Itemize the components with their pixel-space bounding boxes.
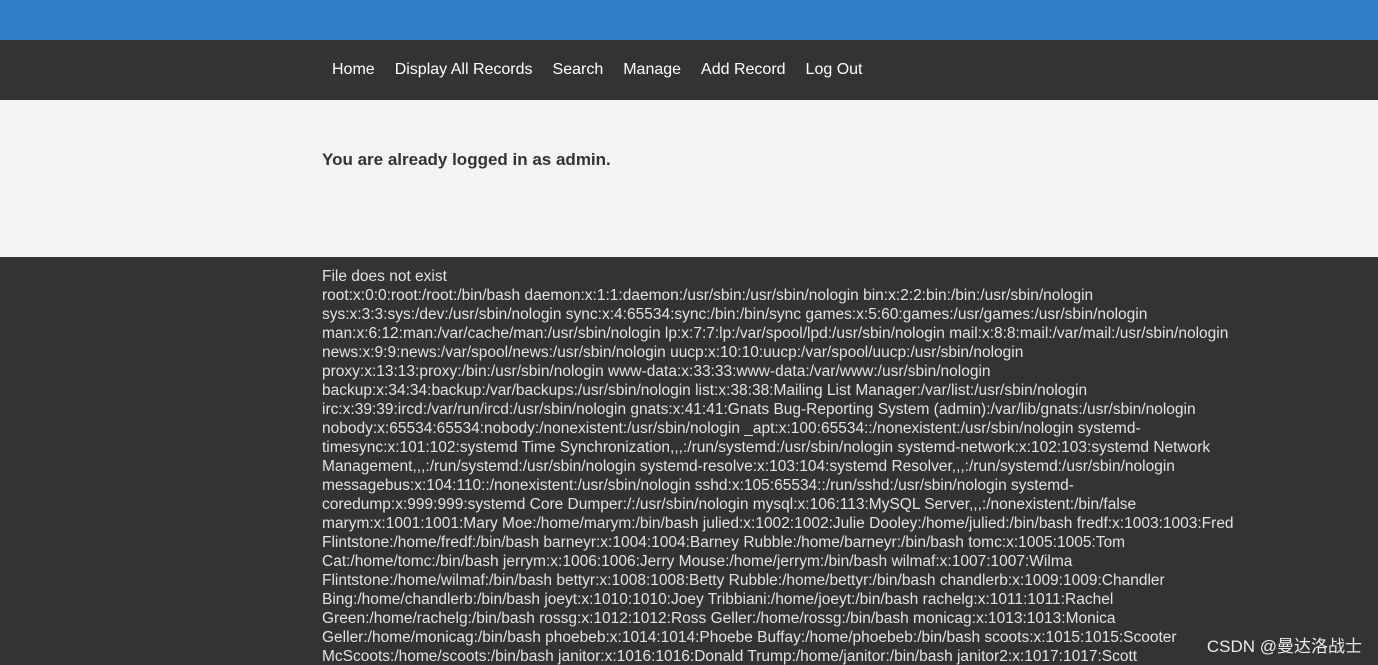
footer-output: File does not exist root:x:0:0:root:/roo… <box>322 267 1267 665</box>
watermark-text: CSDN @曼达洛战士 <box>1206 637 1362 656</box>
file-status-text: File does not exist <box>322 268 447 285</box>
nav-home-link[interactable]: Home <box>322 40 385 100</box>
file-contents-text: root:x:0:0:root:/root:/bin/bash daemon:x… <box>322 287 1234 665</box>
nav-add-record-link[interactable]: Add Record <box>691 40 796 100</box>
top-accent-bar <box>0 0 1378 40</box>
nav-display-all-records-link[interactable]: Display All Records <box>385 40 543 100</box>
footer: File does not exist root:x:0:0:root:/roo… <box>0 257 1378 665</box>
main-navigation: Home Display All Records Search Manage A… <box>0 40 1378 100</box>
nav-log-out-link[interactable]: Log Out <box>796 40 873 100</box>
login-status-message: You are already logged in as admin. <box>322 150 611 169</box>
main-content: You are already logged in as admin. <box>0 100 1378 257</box>
nav-manage-link[interactable]: Manage <box>613 40 691 100</box>
nav-search-link[interactable]: Search <box>543 40 614 100</box>
